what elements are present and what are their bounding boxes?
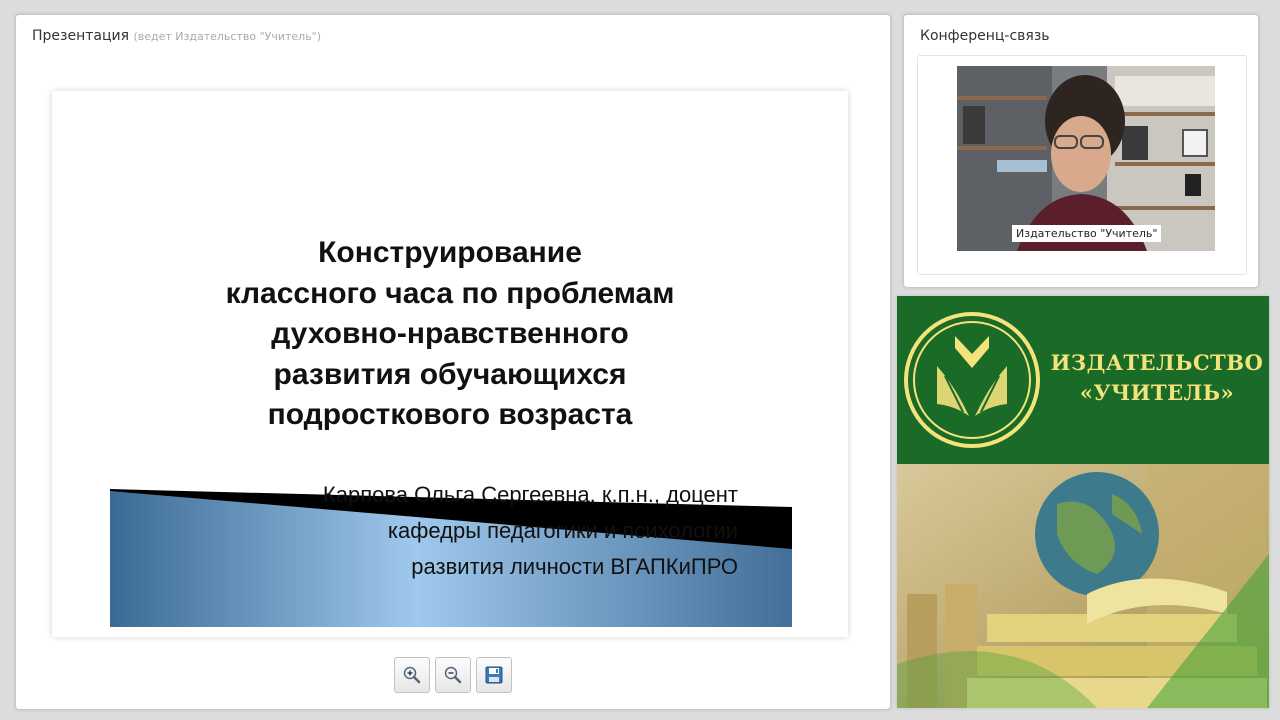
- zoom-out-icon: [444, 666, 462, 684]
- zoom-out-button[interactable]: [435, 657, 471, 693]
- presentation-title: Презентация: [32, 28, 130, 44]
- presentation-panel-title: Презентация (ведет Издательство "Учитель…: [32, 28, 321, 44]
- video-label: Издательство "Учитель": [1012, 225, 1162, 242]
- conference-panel: Конференц-связь Издательство "Учитель": [903, 14, 1259, 288]
- books-and-globe-picture: [897, 464, 1269, 708]
- save-button[interactable]: [476, 657, 512, 693]
- presentation-panel: Презентация (ведет Издательство "Учитель…: [15, 14, 891, 710]
- video-speaker-picture: [957, 66, 1215, 251]
- presentation-subtitle: (ведет Издательство "Учитель"): [133, 30, 322, 43]
- slide-author: Карпова Ольга Сергеевна, к.п.н., доцент …: [322, 482, 738, 579]
- zoom-in-button[interactable]: [394, 657, 430, 693]
- zoom-in-icon: [403, 666, 421, 684]
- presentation-slide: Конструирование классного часа по пробле…: [52, 91, 848, 637]
- publisher-logo-icon: [904, 312, 1040, 448]
- save-icon: [485, 666, 503, 684]
- publisher-name: ИЗДАТЕЛЬСТВО «УЧИТЕЛЬ»: [1050, 350, 1264, 405]
- publisher-ad-banner[interactable]: ИЗДАТЕЛЬСТВО «УЧИТЕЛЬ»: [897, 296, 1269, 708]
- slide-title: Конструирование классного часа по пробле…: [225, 236, 675, 431]
- conference-video[interactable]: Издательство "Учитель": [957, 66, 1215, 251]
- publisher-ad-header: ИЗДАТЕЛЬСТВО «УЧИТЕЛЬ»: [897, 296, 1269, 464]
- conference-title: Конференц-связь: [920, 28, 1050, 44]
